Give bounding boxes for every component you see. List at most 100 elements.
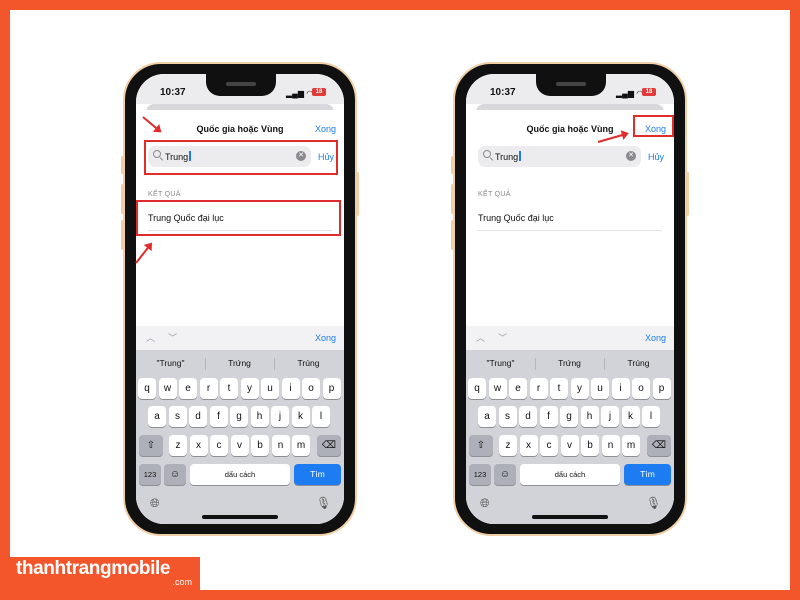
wifi-icon: ▂▄▆ ◠: [286, 89, 314, 98]
shift-key[interactable]: ⇧: [469, 435, 493, 456]
key-w[interactable]: w: [158, 378, 177, 399]
search-input[interactable]: Trung ✕: [478, 146, 641, 167]
key-y[interactable]: y: [570, 378, 589, 399]
emoji-key[interactable]: ☺: [164, 464, 186, 485]
key-c[interactable]: c: [540, 435, 558, 456]
key-a[interactable]: a: [148, 406, 166, 427]
key-z[interactable]: z: [169, 435, 187, 456]
key-d[interactable]: d: [519, 406, 537, 427]
battery-icon: 18: [642, 88, 656, 96]
globe-icon[interactable]: 🌐︎: [480, 496, 490, 511]
key-j[interactable]: j: [271, 406, 289, 427]
result-item[interactable]: Trung Quốc đại lục: [478, 205, 662, 231]
numbers-key[interactable]: 123: [139, 464, 161, 485]
search-go-key[interactable]: Tìm: [294, 464, 341, 485]
key-k[interactable]: k: [291, 406, 310, 427]
key-h[interactable]: h: [250, 406, 269, 427]
suggestion-3[interactable]: Trúng: [274, 358, 343, 368]
key-f[interactable]: f: [209, 406, 228, 427]
key-k[interactable]: k: [621, 406, 640, 427]
microphone-icon[interactable]: 🎙︎: [316, 496, 331, 510]
chevron-down-icon[interactable]: ﹀: [168, 331, 177, 344]
key-s[interactable]: s: [498, 406, 517, 427]
key-t[interactable]: t: [220, 378, 238, 399]
microphone-icon[interactable]: 🎙︎: [646, 496, 661, 510]
suggestion-3[interactable]: Trúng: [604, 358, 673, 368]
key-e[interactable]: e: [509, 378, 527, 399]
key-w[interactable]: w: [488, 378, 507, 399]
search-value: Trung: [495, 152, 519, 162]
key-n[interactable]: n: [601, 435, 620, 456]
keyboard-accessory-bar: ︿ ﹀ Xong: [136, 326, 344, 350]
key-t[interactable]: t: [550, 378, 568, 399]
key-c[interactable]: c: [210, 435, 228, 456]
done-button[interactable]: Xong: [315, 124, 336, 134]
shift-key[interactable]: ⇧: [139, 435, 163, 456]
key-r[interactable]: r: [529, 378, 548, 399]
sheet-title: Quốc gia hoặc Vùng: [196, 124, 284, 134]
status-time: 10:37: [160, 87, 186, 98]
key-b[interactable]: b: [251, 435, 269, 456]
key-l[interactable]: l: [642, 406, 660, 427]
numbers-key[interactable]: 123: [469, 464, 491, 485]
screen-right: 10:37 ▂▄▆ ◠ 18 Quốc gia hoặc Vùng Xong T…: [466, 74, 674, 524]
brand-domain: .com: [172, 577, 192, 587]
suggestion-2[interactable]: Trứng: [205, 358, 274, 368]
key-o[interactable]: o: [632, 378, 650, 399]
key-p[interactable]: p: [322, 378, 341, 399]
key-d[interactable]: d: [189, 406, 207, 427]
keyboard-done-button[interactable]: Xong: [645, 333, 666, 343]
search-go-key[interactable]: Tìm: [624, 464, 671, 485]
emoji-key[interactable]: ☺: [494, 464, 516, 485]
home-indicator: [532, 515, 608, 519]
key-m[interactable]: m: [292, 435, 310, 456]
key-m[interactable]: m: [622, 435, 640, 456]
key-o[interactable]: o: [302, 378, 320, 399]
key-q[interactable]: q: [468, 378, 486, 399]
key-u[interactable]: u: [591, 378, 609, 399]
key-i[interactable]: i: [611, 378, 630, 399]
key-i[interactable]: i: [281, 378, 300, 399]
key-y[interactable]: y: [240, 378, 259, 399]
text-caret: [519, 151, 521, 161]
status-bar: 10:37 ▂▄▆ ◠ 18: [136, 74, 344, 104]
space-key[interactable]: dấu cách: [190, 464, 290, 485]
key-l[interactable]: l: [312, 406, 330, 427]
battery-icon: 18: [312, 88, 326, 96]
key-v[interactable]: v: [230, 435, 249, 456]
key-p[interactable]: p: [652, 378, 671, 399]
chevron-down-icon[interactable]: ﹀: [498, 331, 507, 344]
key-z[interactable]: z: [499, 435, 517, 456]
key-x[interactable]: x: [189, 435, 208, 456]
suggestion-1[interactable]: "Trung": [136, 358, 205, 368]
key-h[interactable]: h: [580, 406, 599, 427]
key-n[interactable]: n: [271, 435, 290, 456]
results-header: KẾT QUẢ: [148, 191, 181, 198]
backspace-key[interactable]: ⌫: [317, 435, 341, 456]
key-b[interactable]: b: [581, 435, 599, 456]
chevron-up-icon[interactable]: ︿: [476, 331, 485, 344]
cancel-button[interactable]: Hủy: [648, 152, 664, 162]
suggestion-1[interactable]: "Trung": [466, 358, 535, 368]
key-a[interactable]: a: [478, 406, 496, 427]
key-j[interactable]: j: [601, 406, 619, 427]
keyboard-done-button[interactable]: Xong: [315, 333, 336, 343]
space-key[interactable]: dấu cách: [520, 464, 620, 485]
key-u[interactable]: u: [261, 378, 279, 399]
chevron-up-icon[interactable]: ︿: [146, 331, 155, 344]
home-indicator: [202, 515, 278, 519]
key-q[interactable]: q: [138, 378, 156, 399]
key-x[interactable]: x: [519, 435, 538, 456]
key-v[interactable]: v: [560, 435, 579, 456]
key-g[interactable]: g: [560, 406, 578, 427]
globe-icon[interactable]: 🌐︎: [150, 496, 160, 511]
clear-icon[interactable]: ✕: [626, 151, 636, 161]
keyboard: ︿ ﹀ Xong "Trung" Trứng Trúng qwertyuiop a…: [466, 326, 674, 524]
suggestion-2[interactable]: Trứng: [535, 358, 604, 368]
backspace-key[interactable]: ⌫: [647, 435, 671, 456]
key-e[interactable]: e: [179, 378, 197, 399]
key-s[interactable]: s: [168, 406, 187, 427]
key-r[interactable]: r: [199, 378, 218, 399]
key-f[interactable]: f: [539, 406, 558, 427]
key-g[interactable]: g: [230, 406, 248, 427]
